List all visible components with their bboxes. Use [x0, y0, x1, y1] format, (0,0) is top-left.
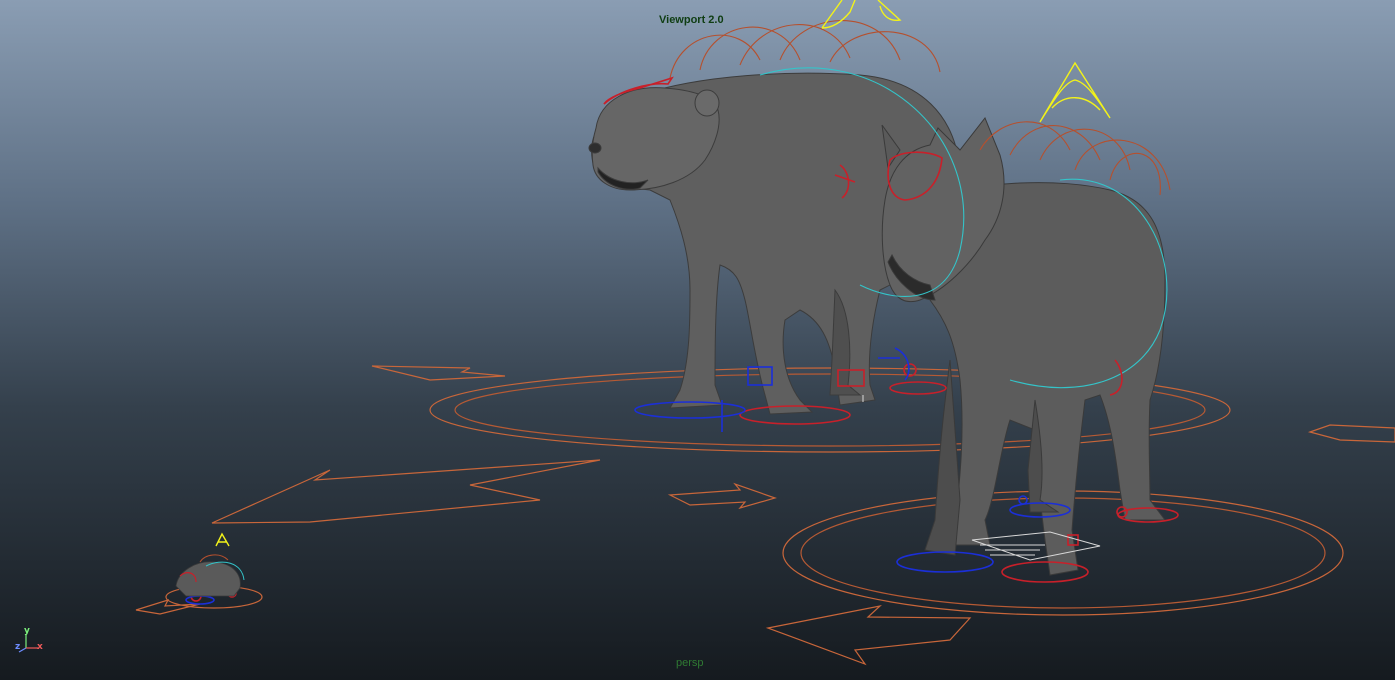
renderer-label: Viewport 2.0	[659, 14, 724, 26]
maya-viewport[interactable]: Viewport 2.0 persp y x z	[0, 0, 1395, 680]
viewport-scene[interactable]	[0, 0, 1395, 680]
small-animal-rig[interactable]	[175, 554, 245, 597]
blue-controls[interactable]	[185, 347, 1071, 605]
axis-x-label: x	[37, 642, 43, 652]
axis-gizmo	[18, 634, 38, 653]
axis-y-label: y	[24, 626, 30, 636]
axis-z-label: z	[15, 642, 21, 652]
camera-name-label: persp	[676, 657, 704, 669]
ground-rig-controls[interactable]	[135, 365, 1395, 666]
